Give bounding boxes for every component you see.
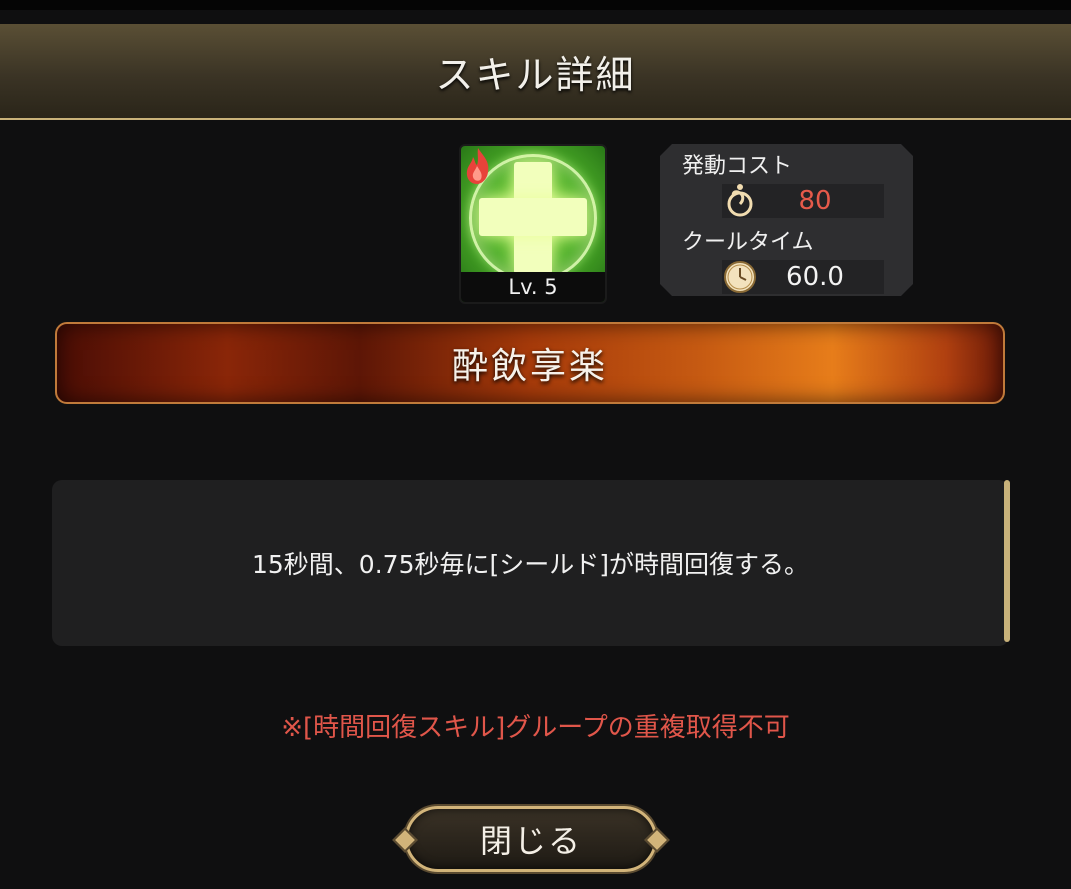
cost-label: 発動コスト <box>682 154 793 179</box>
skill-restriction-note: ※[時間回復スキル]グループの重複取得不可 <box>281 713 790 743</box>
cooldown-value: 60.0 <box>786 262 844 292</box>
close-button[interactable]: 閉じる <box>392 806 670 872</box>
cost-value: 80 <box>798 186 832 216</box>
dialog-header: スキル詳細 <box>0 24 1071 120</box>
dialog-title: スキル詳細 <box>435 52 636 97</box>
clock-icon <box>724 261 756 293</box>
fire-icon <box>466 148 489 184</box>
close-button-label: 閉じる <box>479 822 582 860</box>
skill-stats-panel: 発動コスト 80 クールタイム 60.0 <box>660 144 913 296</box>
cooldown-label: クールタイム <box>682 230 814 255</box>
skill-level: Lv. 5 <box>461 272 605 302</box>
skill-name: 酔飲享楽 <box>451 346 608 387</box>
skill-icon: Lv. 5 <box>459 144 607 304</box>
description-scrollbar[interactable] <box>1004 480 1010 642</box>
energy-orb-icon <box>727 184 753 217</box>
skill-detail-dialog: スキル詳細 Lv. 5 発動コスト 80 クールタイム 60.0 酔飲享楽 15… <box>0 0 1071 889</box>
heal-cross-bar <box>479 198 587 236</box>
skill-description-box[interactable]: 15秒間、0.75秒毎に[シールド]が時間回復する。 <box>52 480 1009 646</box>
ornament-right-icon <box>644 827 670 853</box>
ornament-left-icon <box>392 827 418 853</box>
skill-name-banner: 酔飲享楽 <box>55 322 1005 404</box>
skill-description: 15秒間、0.75秒毎に[シールド]が時間回復する。 <box>252 550 809 579</box>
